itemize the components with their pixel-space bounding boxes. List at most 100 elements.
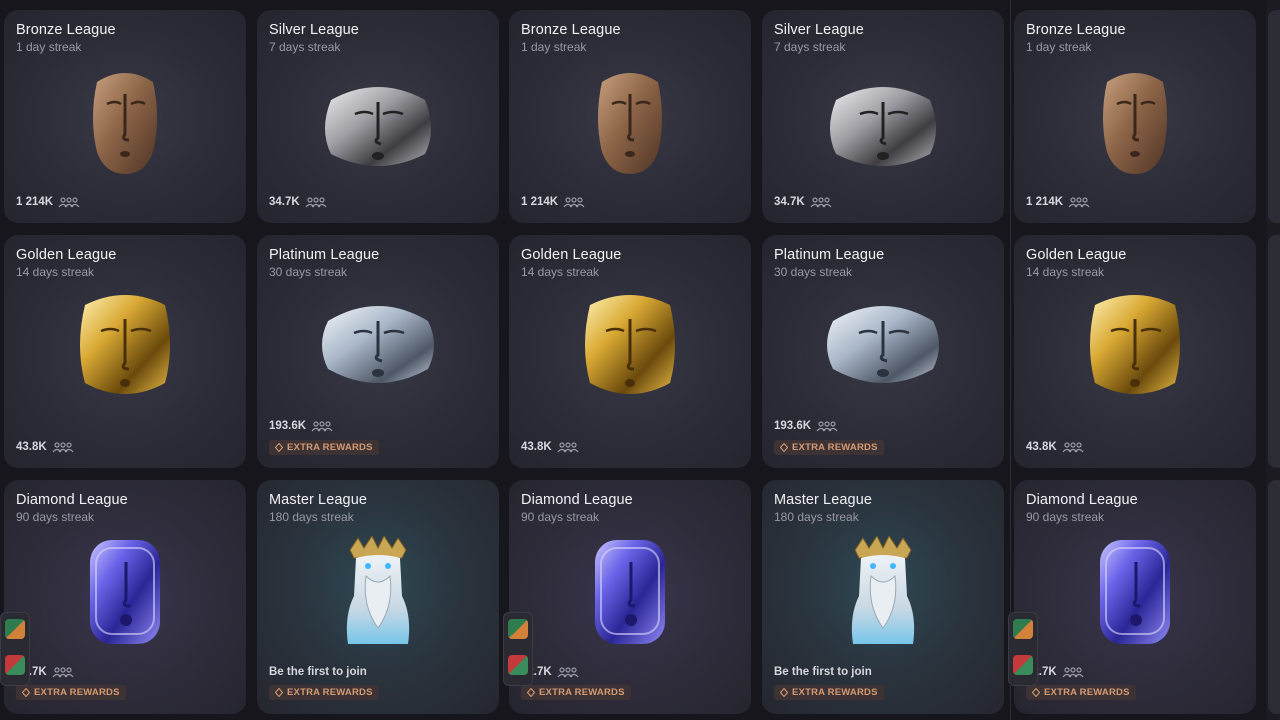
floating-app-widget[interactable] [1008,612,1038,686]
panel-divider [1010,0,1011,720]
league-title: Diamond League [521,492,633,508]
silver-mask-icon [830,87,936,166]
platinum-mask-icon [322,306,434,383]
badge-label: EXTRA REWARDS [792,442,878,453]
league-title: Platinum League [269,247,380,263]
diamond-mask-icon [595,540,665,644]
league-streak: 180 days streak [269,510,354,524]
league-card-silver[interactable]: Silver League 7 days streak 34.7K [762,10,1004,223]
league-streak: 90 days streak [1026,510,1105,524]
group-icon [557,441,579,452]
league-title: Diamond League [16,492,128,508]
league-card-master[interactable]: Master League 180 days streak Be the fir… [257,480,499,714]
extra-rewards-badge: EXTRA REWARDS [16,685,126,700]
badge-label: EXTRA REWARDS [287,687,373,698]
league-card-diamond[interactable]: Diamond League 90 days streak 72.7K EXTR… [1014,480,1256,714]
floating-app-widget[interactable] [503,612,533,686]
league-streak: 180 days streak [774,510,859,524]
league-streak: 14 days streak [16,265,95,279]
members-count: 34.7K [774,196,805,208]
league-title: Golden League [16,247,117,263]
extra-rewards-badge: EXTRA REWARDS [521,685,631,700]
league-title: Golden League [521,247,622,263]
league-streak: 1 day streak [521,40,587,54]
platinum-mask-icon [827,306,939,383]
group-icon [1062,666,1084,677]
league-title: Bronze League [521,22,621,38]
group-icon [557,666,579,677]
extra-rewards-badge: EXTRA REWARDS [1026,685,1136,700]
league-card-platinum[interactable]: Platinum League 30 days streak 193.6K EX… [257,235,499,468]
group-icon [311,420,333,431]
league-card-diamond[interactable]: Diamond League 90 days streak 72.7K EXTR… [509,480,751,714]
league-title: Master League [774,492,873,508]
members-count: Be the first to join [774,666,872,678]
members-count: 1 214K [1026,196,1064,208]
diamond-outline-icon [22,688,30,697]
diamond-outline-icon [275,443,283,452]
members-count: 1 214K [16,196,54,208]
members-count: 193.6K [774,420,812,432]
league-card-bronze[interactable]: Bronze League 1 day streak 1 214K [1014,10,1256,223]
league-title: Diamond League [1026,492,1138,508]
bronze-mask-icon [598,73,662,174]
badge-label: EXTRA REWARDS [34,687,120,698]
badge-label: EXTRA REWARDS [792,687,878,698]
league-streak: 30 days streak [774,265,853,279]
app-shortcut-icon[interactable] [1013,655,1033,675]
diamond-outline-icon [275,688,283,697]
app-shortcut-icon[interactable] [5,655,25,675]
league-card-platinum[interactable]: Platinum League 30 days streak 193.6K EX… [762,235,1004,468]
app-shortcut-icon[interactable] [1013,619,1033,639]
league-title: Platinum League [774,247,885,263]
diamond-outline-icon [527,688,535,697]
app-shortcut-icon[interactable] [508,655,528,675]
badge-label: EXTRA REWARDS [287,442,373,453]
league-streak: 1 day streak [16,40,82,54]
group-icon [58,196,80,207]
league-card-golden[interactable]: Golden League 14 days streak 43.8K [1014,235,1256,468]
league-card-golden[interactable]: Golden League 14 days streak 43.8K [509,235,751,468]
group-icon [52,666,74,677]
members-count: Be the first to join [269,666,367,678]
league-streak: 14 days streak [521,265,600,279]
group-icon [305,196,327,207]
league-card-diamond[interactable]: Diamond League 90 days streak 72.7K EXTR… [4,480,246,714]
league-streak: 7 days streak [774,40,846,54]
gold-mask-icon [585,295,675,394]
crowned-bust-icon [851,536,915,644]
league-streak: 1 day streak [1026,40,1092,54]
league-title: Silver League [774,22,864,38]
diamond-outline-icon [1032,688,1040,697]
league-card-master[interactable]: Master League 180 days streak Be the fir… [762,480,1004,714]
group-icon [810,196,832,207]
league-streak: 7 days streak [269,40,341,54]
league-card-golden[interactable]: Golden League 14 days streak 43.8K [4,235,246,468]
members-count: 1 214K [521,196,559,208]
group-icon [816,420,838,431]
members-count: 43.8K [521,441,552,453]
app-shortcut-icon[interactable] [5,619,25,639]
members-count: 43.8K [16,441,47,453]
extra-rewards-badge: EXTRA REWARDS [774,440,884,455]
gold-mask-icon [80,295,170,394]
members-count: 193.6K [269,420,307,432]
partial-card[interactable] [1268,235,1280,468]
crowned-bust-icon [346,536,410,644]
silver-mask-icon [325,87,431,166]
extra-rewards-badge: EXTRA REWARDS [774,685,884,700]
league-card-silver[interactable]: Silver League 7 days streak 34.7K [257,10,499,223]
floating-app-widget[interactable] [0,612,30,686]
league-card-bronze[interactable]: Bronze League 1 day streak 1 214K [509,10,751,223]
group-icon [1068,196,1090,207]
partial-card[interactable] [1268,480,1280,714]
league-streak: 90 days streak [16,510,95,524]
league-streak: 14 days streak [1026,265,1105,279]
partial-card[interactable] [1268,10,1280,223]
bronze-mask-icon [93,73,157,174]
app-shortcut-icon[interactable] [508,619,528,639]
badge-label: EXTRA REWARDS [1044,687,1130,698]
bronze-mask-icon [1103,73,1167,174]
league-streak: 90 days streak [521,510,600,524]
league-card-bronze[interactable]: Bronze League 1 day streak 1 214K [4,10,246,223]
